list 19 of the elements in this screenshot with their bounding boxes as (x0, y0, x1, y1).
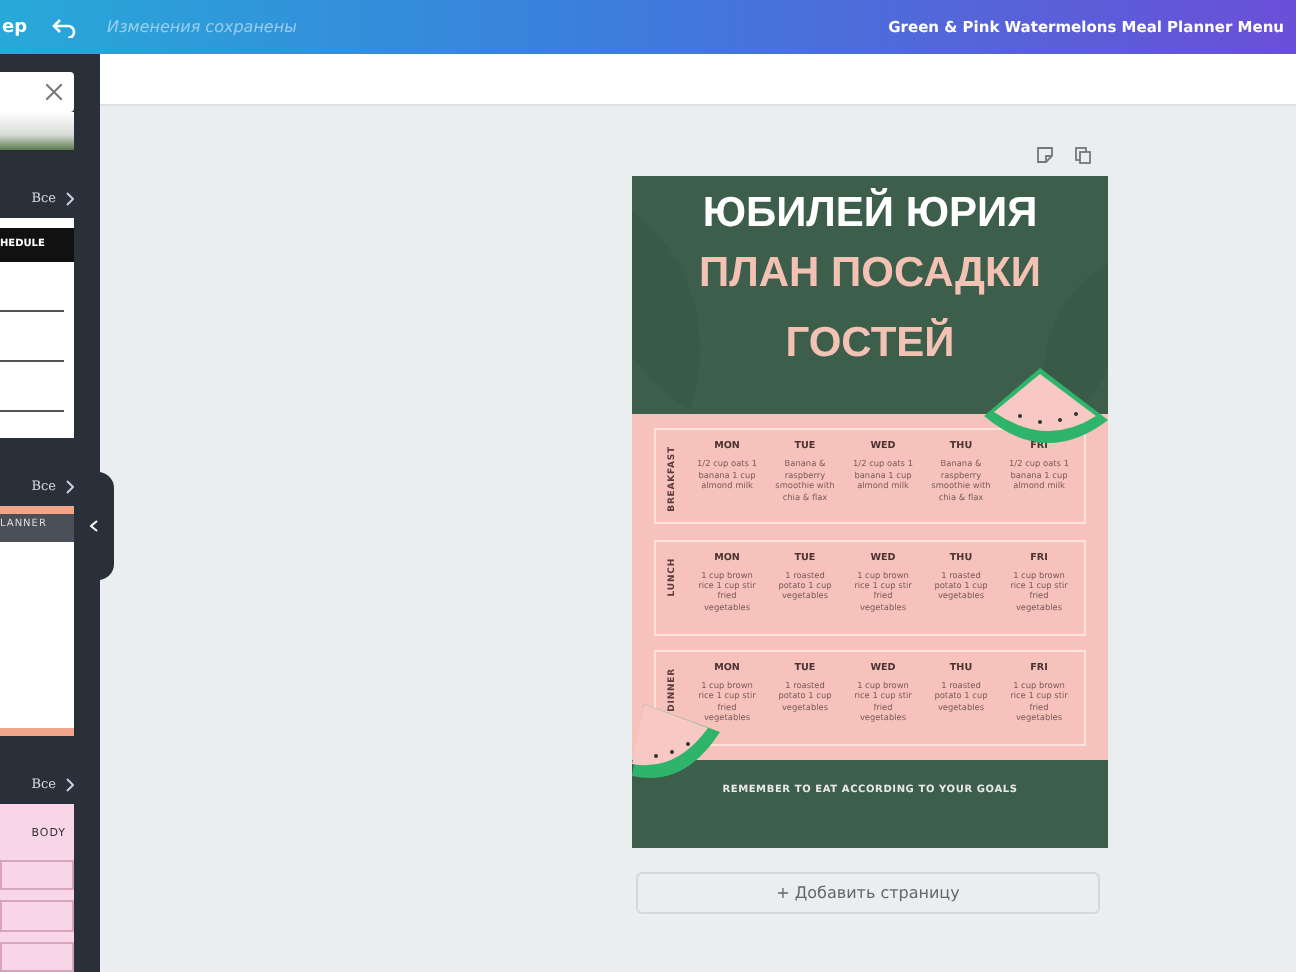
close-icon[interactable] (46, 84, 62, 100)
copy-icon[interactable] (1074, 146, 1092, 164)
search-field[interactable] (0, 72, 74, 112)
photo-placeholder[interactable] (0, 112, 74, 150)
design-page[interactable] (632, 176, 1108, 848)
undo-icon[interactable] (51, 17, 76, 37)
chevron-left-icon[interactable] (90, 520, 98, 532)
table-row-drawing (0, 941, 74, 972)
design-heading: ГОСТЕЙ (785, 322, 955, 364)
chevron-right-icon[interactable] (66, 479, 74, 493)
chevron-right-icon[interactable] (66, 777, 74, 791)
table-row-drawing (0, 900, 74, 932)
design-heading: ЮБИЛЕЙ ЮРИЯ (702, 192, 1038, 234)
table-row-drawing (0, 860, 74, 891)
note-icon[interactable] (1036, 146, 1054, 164)
design-heading: ПЛАН ПОСАДКИ (699, 252, 1041, 294)
chevron-right-icon[interactable] (66, 191, 74, 205)
save-status: Изменения сохранены (107, 18, 297, 36)
add-page-button[interactable]: + Добавить страницу (636, 872, 1100, 914)
